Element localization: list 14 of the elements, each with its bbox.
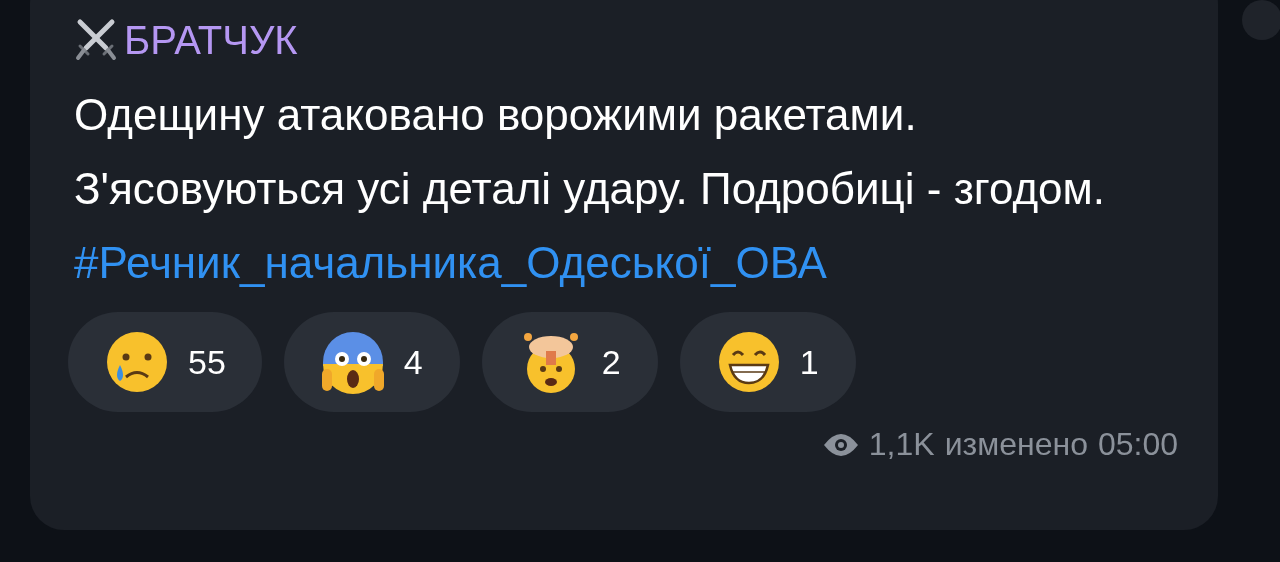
crossed-swords-icon xyxy=(74,18,118,62)
crying-face-icon xyxy=(104,329,170,395)
view-count: 1,1K xyxy=(868,426,935,463)
message-time: 05:00 xyxy=(1097,426,1178,463)
reaction-button[interactable]: 1 xyxy=(679,312,856,412)
reaction-button[interactable]: 55 xyxy=(68,312,262,412)
hashtag-link[interactable]: #Речник_начальника_Одеської_ОВА xyxy=(74,226,827,300)
reaction-button[interactable]: 2 xyxy=(481,312,658,412)
eye-icon xyxy=(822,432,859,457)
edited-label: изменено xyxy=(944,426,1088,463)
message-text: Одещину атаковано ворожими ракетами. З'ясовуються усі деталі удару. Подробиці - згодом. xyxy=(74,89,1106,215)
screaming-face-icon xyxy=(319,329,386,395)
reaction-button[interactable]: 4 xyxy=(283,312,460,412)
channel-name[interactable]: БРАТЧУК xyxy=(124,16,298,64)
